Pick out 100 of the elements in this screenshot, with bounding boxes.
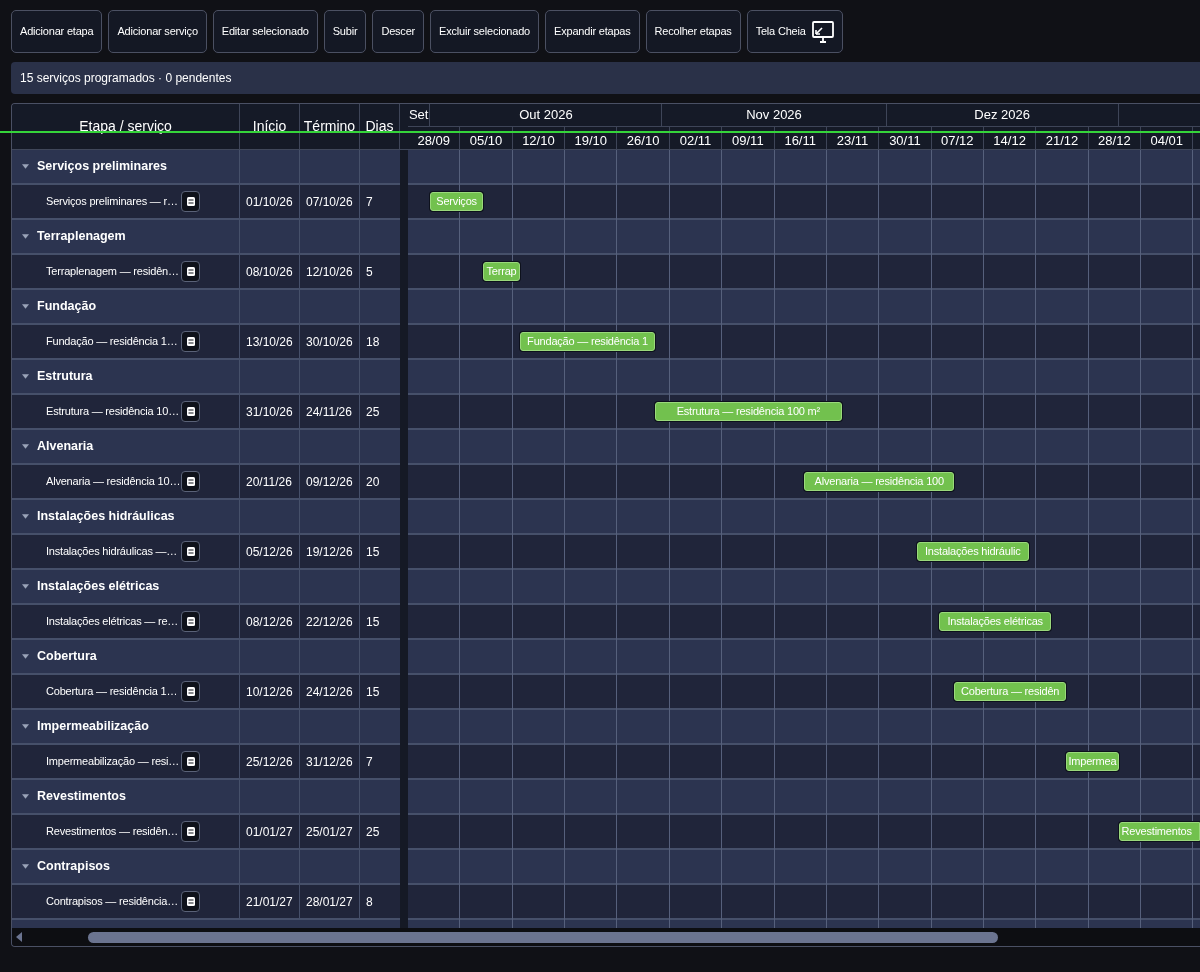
stage-name: Instalações hidráulicas: [37, 508, 175, 526]
stage-row[interactable]: Instalações hidráulicas: [12, 500, 400, 535]
duration-days: 18: [366, 332, 380, 351]
end-date: 19/12/26: [306, 543, 353, 561]
duration-days: 7: [366, 752, 373, 771]
service-row[interactable]: Impermeabilização — resi… 25/12/26 31/12/26 7: [12, 745, 400, 780]
duration-days: 20: [366, 472, 380, 491]
start-date: 05/12/26: [246, 543, 293, 561]
list-icon: [186, 197, 195, 206]
stage-name: Fundação: [37, 298, 97, 316]
end-date: 28/01/27: [306, 893, 353, 911]
month-header: Nov 2026: [662, 104, 887, 126]
service-row[interactable]: Terraplenagem — residên… 08/10/26 12/10/26 5: [12, 255, 400, 290]
caret-down-icon[interactable]: [22, 234, 29, 239]
stage-row[interactable]: Fundação: [12, 290, 400, 325]
stage-row[interactable]: Impermeabilização: [12, 710, 400, 745]
stage-row[interactable]: Terraplenagem: [12, 220, 400, 255]
toolbar-button[interactable]: Excluir selecionado: [430, 10, 540, 53]
service-name: Cobertura — residência 1…: [46, 684, 178, 700]
row-menu-button[interactable]: [181, 191, 200, 212]
arrow-left-icon[interactable]: [16, 932, 22, 942]
stage-name: Contrapisos: [37, 858, 110, 876]
caret-down-icon[interactable]: [22, 584, 29, 589]
toolbar-button[interactable]: Editar selecionado: [212, 10, 318, 53]
stage-row[interactable]: Serviços preliminares: [12, 150, 400, 185]
service-row[interactable]: Instalações elétricas — re… 08/12/26 22/12/26 15: [12, 605, 400, 640]
stage-row[interactable]: Contrapisos: [12, 850, 400, 885]
row-menu-button[interactable]: [181, 261, 200, 282]
row-menu-button[interactable]: [181, 331, 200, 352]
list-icon: [186, 407, 195, 416]
toolbar-button[interactable]: Descer: [372, 10, 425, 53]
service-row[interactable]: Estrutura — residência 10… 31/10/26 24/11/26 25: [12, 395, 400, 430]
stage-row[interactable]: Alvenaria: [12, 430, 400, 465]
duration-days: 8: [366, 892, 373, 911]
service-row[interactable]: Contrapisos — residência… 21/01/27 28/01/27 8: [12, 885, 400, 920]
caret-down-icon[interactable]: [22, 724, 29, 729]
stage-name: Terraplenagem: [37, 228, 126, 246]
service-row[interactable]: Fundação — residência 1… 13/10/26 30/10/26 18: [12, 325, 400, 360]
service-row[interactable]: Alvenaria — residência 10… 20/11/26 09/12/26 20: [12, 465, 400, 500]
row-menu-button[interactable]: [181, 821, 200, 842]
start-date: 20/11/26: [246, 473, 292, 491]
monitor-icon: [811, 20, 834, 43]
list-icon: [186, 617, 195, 626]
end-date: 07/10/26: [306, 193, 353, 211]
stage-row[interactable]: Instalações elétricas: [12, 570, 400, 605]
service-name: Impermeabilização — resi…: [46, 754, 180, 770]
list-icon: [186, 897, 195, 906]
caret-down-icon[interactable]: [22, 654, 29, 659]
end-date: 12/10/26: [306, 263, 353, 281]
service-name: Instalações hidráulicas —…: [46, 544, 178, 560]
end-date: 24/11/26: [306, 403, 352, 421]
caret-down-icon[interactable]: [22, 164, 29, 169]
list-icon: [186, 267, 195, 276]
service-row[interactable]: Serviços preliminares — r… 01/10/26 07/10/26 7: [12, 185, 400, 220]
caret-down-icon[interactable]: [22, 864, 29, 869]
toolbar-button[interactable]: Subir: [323, 10, 367, 53]
row-menu-button[interactable]: [181, 891, 200, 912]
start-date: 25/12/26: [246, 753, 293, 771]
caret-down-icon[interactable]: [22, 794, 29, 799]
toolbar-button[interactable]: Adicionar serviço: [108, 10, 207, 53]
start-date: 08/12/26: [246, 613, 293, 631]
stage-row[interactable]: Revestimentos: [12, 780, 400, 815]
start-date: 13/10/26: [246, 333, 293, 351]
row-menu-button[interactable]: [181, 611, 200, 632]
caret-down-icon[interactable]: [22, 374, 29, 379]
row-menu-button[interactable]: [181, 401, 200, 422]
start-date: 01/10/26: [246, 193, 293, 211]
list-icon: [186, 547, 195, 556]
start-date: 08/10/26: [246, 263, 293, 281]
caret-down-icon[interactable]: [22, 444, 29, 449]
start-date: 01/01/27: [246, 823, 293, 841]
duration-days: 5: [366, 262, 373, 281]
toolbar-button[interactable]: Adicionar etapa: [11, 10, 103, 53]
list-icon: [186, 337, 195, 346]
list-icon: [186, 687, 195, 696]
row-menu-button[interactable]: [181, 471, 200, 492]
stage-name: Impermeabilização: [37, 718, 149, 736]
stage-row[interactable]: Cobertura: [12, 640, 400, 675]
caret-down-icon[interactable]: [22, 304, 29, 309]
stage-row[interactable]: Estrutura: [12, 360, 400, 395]
service-name: Alvenaria — residência 10…: [46, 474, 181, 490]
end-date: 09/12/26: [306, 473, 353, 491]
service-name: Contrapisos — residência…: [46, 894, 178, 910]
row-menu-button[interactable]: [181, 751, 200, 772]
toolbar-button[interactable]: Expandir etapas: [545, 10, 640, 53]
row-menu-button[interactable]: [181, 681, 200, 702]
service-row[interactable]: Instalações hidráulicas —… 05/12/26 19/12/26 15: [12, 535, 400, 570]
caret-down-icon[interactable]: [22, 514, 29, 519]
fullscreen-button[interactable]: Tela Cheia: [746, 10, 843, 53]
end-date: 24/12/26: [306, 683, 353, 701]
month-header: Set: [408, 104, 431, 126]
service-row[interactable]: Cobertura — residência 1… 10/12/26 24/12/26 15: [12, 675, 400, 710]
stage-name: Revestimentos: [37, 788, 126, 806]
service-name: Serviços preliminares — r…: [46, 194, 178, 210]
service-row[interactable]: Revestimentos — residên… 01/01/27 25/01/27 25: [12, 815, 400, 850]
service-name: Estrutura — residência 10…: [46, 404, 179, 420]
toolbar-button[interactable]: Recolher etapas: [645, 10, 741, 53]
duration-days: 25: [366, 822, 380, 841]
scrollbar-thumb[interactable]: [88, 931, 998, 943]
row-menu-button[interactable]: [181, 541, 200, 562]
